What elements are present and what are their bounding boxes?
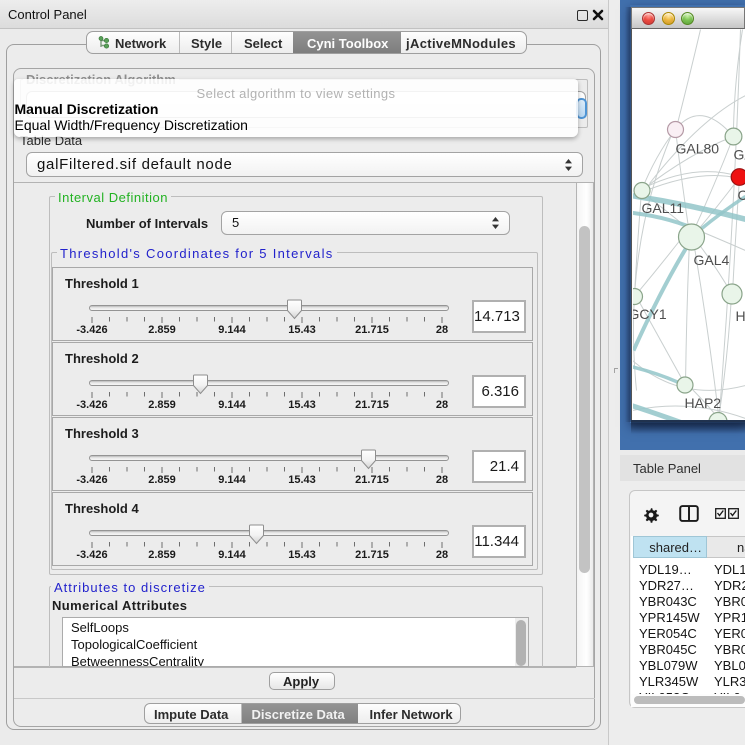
svg-text:GCY1: GCY1 [633, 306, 667, 322]
svg-text:GA: GA [733, 146, 745, 162]
svg-text:GAL4: GAL4 [693, 252, 729, 268]
svg-text:GAL11: GAL11 [641, 200, 684, 216]
svg-text:GAL80: GAL80 [675, 140, 719, 156]
svg-text:HAP2: HAP2 [684, 395, 721, 411]
svg-text:HI: HI [735, 308, 745, 324]
svg-text:C: C [737, 187, 745, 203]
